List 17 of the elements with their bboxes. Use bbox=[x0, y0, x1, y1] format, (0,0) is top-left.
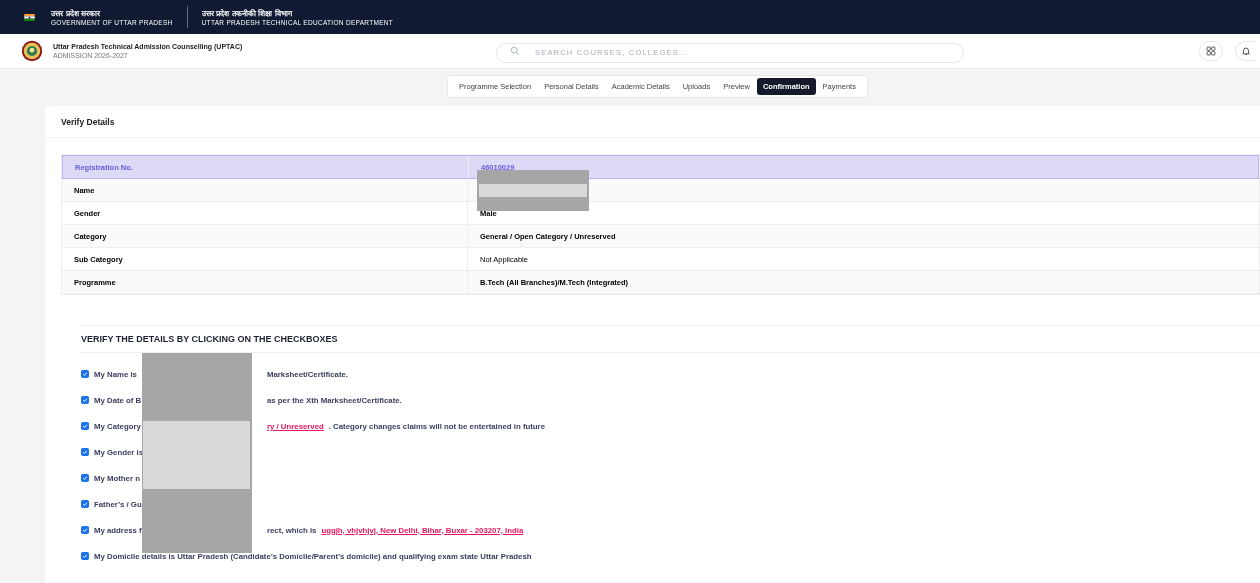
checkbox[interactable] bbox=[81, 448, 89, 456]
checkbox[interactable] bbox=[81, 422, 89, 430]
checkbox[interactable] bbox=[81, 526, 89, 534]
card-title: Verify Details bbox=[61, 116, 115, 127]
checkbox[interactable] bbox=[81, 370, 89, 378]
checkbox[interactable] bbox=[81, 552, 89, 560]
section-heading: VERIFY THE DETAILS BY CLICKING ON THE CHECKBOXES bbox=[81, 334, 338, 344]
bell-icon bbox=[1240, 46, 1251, 56]
emblem-logo-icon bbox=[21, 40, 43, 62]
grid-icon bbox=[1206, 46, 1216, 56]
notification-button[interactable] bbox=[1235, 41, 1255, 61]
checkbox[interactable] bbox=[81, 474, 89, 482]
apps-grid-button[interactable] bbox=[1199, 41, 1223, 61]
search-icon bbox=[510, 46, 520, 56]
flag-icon bbox=[24, 13, 35, 21]
checkbox[interactable] bbox=[81, 396, 89, 404]
checkbox[interactable] bbox=[81, 500, 89, 508]
